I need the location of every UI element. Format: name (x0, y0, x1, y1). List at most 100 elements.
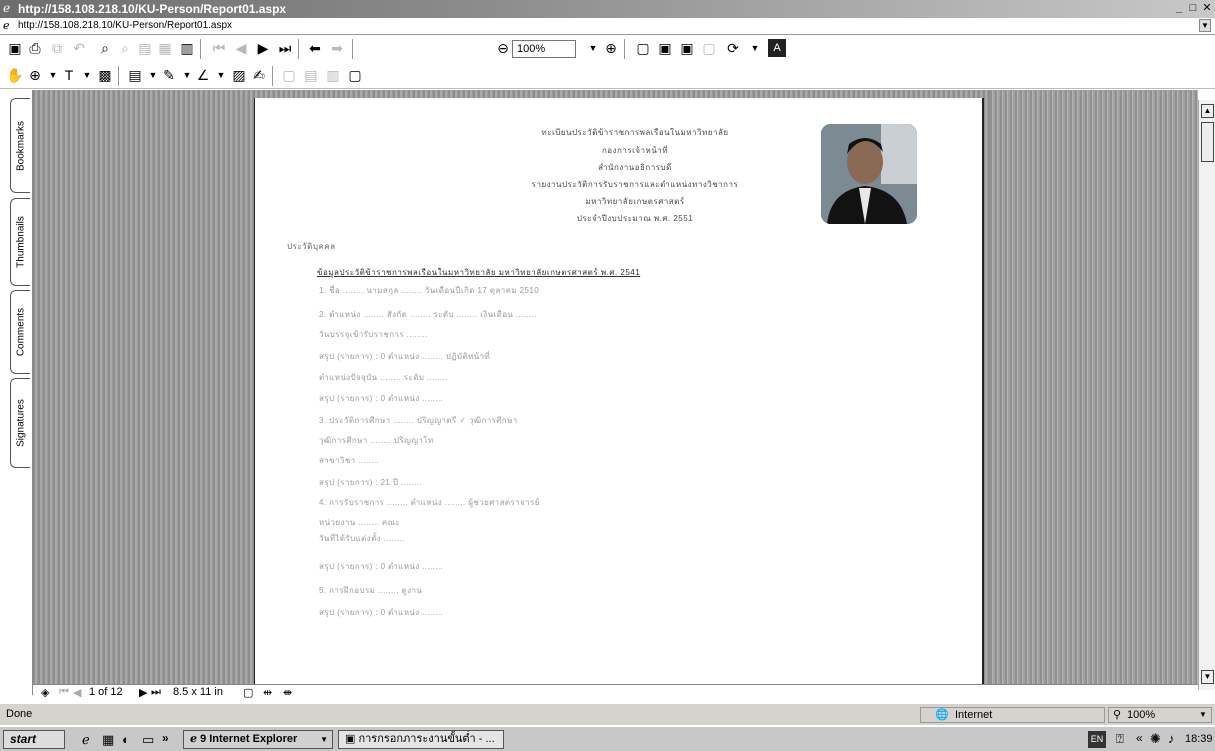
rotate-icon[interactable]: ⟳ (724, 39, 742, 57)
navigation-tabs: Bookmarks Thumbnails Comments Signatures (0, 90, 33, 695)
rotate-dropdown-icon[interactable]: ▼ (746, 39, 764, 57)
pencil-tool-icon[interactable]: ✎ (160, 66, 178, 84)
tab-thumbnails[interactable]: Thumbnails (10, 198, 30, 286)
split-view-icon[interactable]: ◈ (41, 686, 49, 699)
adobe-logo-icon[interactable]: A (768, 39, 786, 57)
vertical-scrollbar[interactable]: ▲ ▼ (1198, 100, 1215, 690)
body-line: สรุป (รายการ) : 0 ตำแหน่ง ........ (319, 394, 444, 403)
tab-thumbnails-label: Thumbnails (15, 216, 26, 268)
save-icon[interactable]: ▣ (6, 39, 24, 57)
continuous-icon[interactable]: ▤ (302, 66, 320, 84)
pdf-page[interactable]: ทะเบียนประวัติข้าราชการพลเรือนในมหาวิทยา… (254, 98, 984, 695)
tab-comments-label: Comments (15, 307, 26, 357)
tab-signatures[interactable]: Signatures (10, 378, 30, 468)
find-icon[interactable]: ⌕ (96, 39, 114, 57)
note-tool-icon[interactable]: ▤ (126, 66, 144, 84)
section-label: ประวัติบุคคล (287, 242, 336, 251)
maximize-button[interactable]: □ (1186, 2, 1200, 15)
fit-visible-icon[interactable]: ▢ (700, 39, 718, 57)
address-dropdown-icon[interactable]: ▼ (1199, 19, 1211, 32)
tray-expand-icon[interactable]: « (1136, 731, 1143, 745)
close-button[interactable]: ✕ (1200, 2, 1214, 15)
sign-tool-icon[interactable]: ✍ (250, 66, 268, 84)
quicklaunch-more-icon[interactable]: » (162, 731, 169, 745)
body-line: สรุป (รายการ) : 0 ตำแหน่ง ........ (319, 608, 444, 617)
security-zone: 🌐 Internet (920, 707, 1105, 723)
body-line: 4. การรับราชการ ........ ตำแหน่ง .......… (319, 498, 540, 507)
zoom-in-icon[interactable]: ⊕ (602, 39, 620, 57)
header-line-3: สำนักงานอธิการบดี (598, 163, 672, 172)
start-button[interactable]: start (3, 730, 65, 749)
print-icon[interactable]: ⎙ (26, 39, 44, 57)
taskbar-ie-group[interactable]: ℯ 9 Internet Explorer ▼ (183, 730, 333, 749)
scroll-up-icon[interactable]: ▲ (1201, 104, 1214, 118)
globe-icon: 🌐 (935, 709, 949, 721)
page-indicator[interactable]: 1 of 12 (89, 686, 123, 698)
line-tool-icon[interactable]: ∠ (194, 66, 212, 84)
snapshot-tool-icon[interactable]: ▩ (96, 66, 114, 84)
single-page-nav-icon[interactable]: ▢ (243, 686, 253, 699)
text-select-dropdown-icon[interactable]: ▼ (78, 66, 96, 84)
address-input[interactable]: http://158.108.218.10/KU-Person/Report01… (18, 20, 232, 31)
body-line: ตำแหน่งปัจจุบัน ........ ระดับ ........ (319, 373, 448, 382)
facing-icon[interactable]: ▥ (324, 66, 342, 84)
body-line: 3. ประวัติการศึกษา ........ ปริญญาตรี ✓ … (319, 416, 518, 425)
quicklaunch-media-icon[interactable]: ◐ (122, 732, 130, 747)
zoom-dropdown-icon[interactable]: ▼ (584, 39, 602, 57)
line-dropdown-icon[interactable]: ▼ (212, 66, 230, 84)
select-text-icon[interactable]: ▤ (136, 39, 154, 57)
tab-bookmarks[interactable]: Bookmarks (10, 98, 30, 193)
first-page-icon[interactable]: ⏮ (210, 39, 228, 57)
last-page-icon[interactable]: ⏭ (276, 39, 294, 57)
fit-width-icon[interactable]: ▣ (678, 39, 696, 57)
tray-volume-icon[interactable]: ♪ (1168, 731, 1175, 746)
zoom-status[interactable]: ⚲ 100% ▼ (1108, 707, 1212, 723)
copy-icon[interactable]: ⧉ (48, 39, 66, 57)
address-bar[interactable]: ℯ http://158.108.218.10/KU-Person/Report… (0, 18, 1215, 35)
tray-network-icon[interactable]: ✺ (1150, 731, 1161, 747)
minimize-button[interactable]: _ (1172, 2, 1186, 15)
tab-comments[interactable]: Comments (10, 290, 30, 374)
zoom-status-dropdown-icon[interactable]: ▼ (1199, 708, 1207, 722)
snapshot-icon[interactable]: ▦ (156, 39, 174, 57)
scroll-down-icon[interactable]: ▼ (1201, 670, 1214, 684)
header-line-2: กองการเจ้าหน้าที่ (601, 146, 669, 155)
single-page-icon[interactable]: ▢ (280, 66, 298, 84)
facing-nav-icon[interactable]: ⇼ (283, 686, 292, 699)
task-ie-label: 9 Internet Explorer (200, 733, 298, 745)
search-icon[interactable]: ⌕ (116, 39, 134, 57)
zoom-tool-icon[interactable]: ⊕ (26, 66, 44, 84)
actual-size-icon[interactable]: ▢ (634, 39, 652, 57)
undo-icon[interactable]: ↶ (70, 39, 88, 57)
taskbar-word-document[interactable]: ▣ การกรอกภาระงานขั้นต่ำ - ... (338, 730, 504, 749)
book-icon[interactable]: ▥ (178, 39, 196, 57)
zoom-field[interactable]: 100% (512, 40, 576, 58)
text-select-tool-icon[interactable]: T (60, 66, 78, 84)
stamp-tool-icon[interactable]: ▨ (230, 66, 248, 84)
body-line: วุฒิการศึกษา ........ ปริญญาโท (319, 436, 434, 445)
scroll-thumb[interactable] (1201, 122, 1214, 162)
prev-page-nav-icon[interactable]: ◀ (73, 686, 81, 699)
viewport-margin (990, 90, 1198, 690)
task-group-dropdown-icon: ▼ (320, 735, 328, 744)
first-page-nav-icon[interactable]: ⏮ (59, 686, 69, 699)
language-indicator[interactable]: EN (1088, 731, 1106, 748)
fit-page-icon[interactable]: ▣ (656, 39, 674, 57)
continuous-nav-icon[interactable]: ⇹ (263, 686, 272, 699)
quicklaunch-ie-icon[interactable]: ℯ (82, 732, 90, 748)
hand-tool-icon[interactable]: ✋ (6, 66, 24, 84)
body-line: สรุป (รายการ) : 0 ตำแหน่ง ........ ปฏิบั… (319, 352, 491, 361)
next-page-nav-icon[interactable]: ▶ (139, 686, 147, 699)
zoom-status-value: 100% (1127, 709, 1156, 721)
last-page-nav-icon[interactable]: ⏭ (151, 686, 161, 699)
quicklaunch-folder-icon[interactable]: ▭ (142, 732, 154, 748)
previous-page-icon[interactable]: ◀ (232, 39, 250, 57)
go-back-icon[interactable]: ⬅ (306, 39, 324, 57)
go-forward-icon[interactable]: ➡ (328, 39, 346, 57)
full-screen-icon[interactable]: ▢ (346, 66, 364, 84)
window-title: http://158.108.218.10/KU-Person/Report01… (18, 2, 287, 16)
help-icon[interactable]: ⍰ (1116, 731, 1124, 747)
zoom-out-icon[interactable]: ⊖ (494, 39, 512, 57)
quicklaunch-desktop-icon[interactable]: ▦ (102, 732, 114, 748)
next-page-icon[interactable]: ▶ (254, 39, 272, 57)
